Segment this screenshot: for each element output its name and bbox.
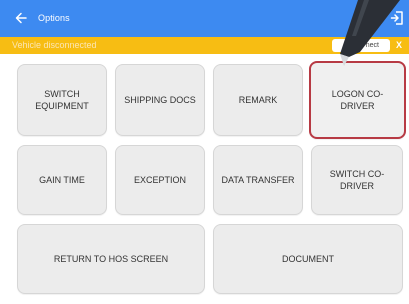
exit-icon[interactable]: [390, 10, 404, 26]
connection-status-bar: Vehicle disconnected nect X: [0, 37, 409, 54]
shipping-docs-button[interactable]: SHIPPING DOCS: [115, 64, 205, 136]
switch-equipment-button[interactable]: SWITCH EQUIPMENT: [17, 64, 107, 136]
page-title: Options: [38, 13, 70, 23]
connection-status-text: Vehicle disconnected: [12, 40, 97, 50]
data-transfer-button[interactable]: DATA TRANSFER: [213, 145, 303, 215]
gain-time-button[interactable]: GAIN TIME: [17, 145, 107, 215]
exception-button[interactable]: EXCEPTION: [115, 145, 205, 215]
document-button[interactable]: DOCUMENT: [213, 224, 403, 294]
return-to-hos-button[interactable]: RETURN TO HOS SCREEN: [17, 224, 205, 294]
dismiss-status-button[interactable]: X: [396, 39, 402, 52]
remark-button[interactable]: REMARK: [213, 64, 303, 136]
arrow-left-icon[interactable]: [14, 10, 28, 26]
app-bar: Options: [0, 0, 409, 37]
logon-co-driver-button[interactable]: LOGON CO-DRIVER: [309, 61, 406, 139]
refresh-icon[interactable]: [370, 11, 384, 25]
options-screen: Options Vehicle disconnected nect X SWIT…: [0, 0, 409, 304]
switch-co-driver-button[interactable]: SWITCH CO-DRIVER: [311, 145, 403, 215]
connect-button[interactable]: nect: [332, 39, 390, 52]
